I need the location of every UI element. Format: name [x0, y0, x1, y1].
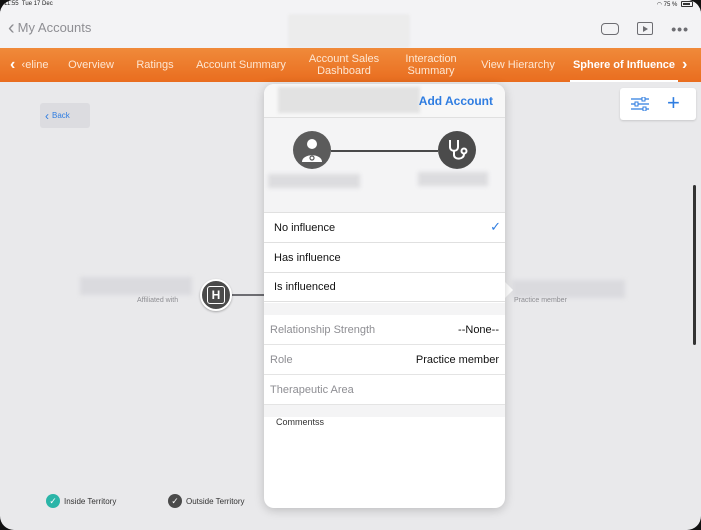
popover-title-redacted — [278, 87, 420, 113]
influence-options: No influence ✓ Has influence Is influenc… — [264, 212, 505, 302]
scroll-indicator[interactable] — [693, 185, 696, 345]
battery-icon — [681, 1, 693, 8]
option-label: Is influenced — [274, 281, 336, 293]
popover-header: Add Account — [264, 84, 505, 118]
status-time: 11:55 Tue 17 Dec — [4, 1, 53, 7]
field-label: Role — [270, 353, 293, 366]
more-icon[interactable]: ••• — [671, 22, 689, 36]
doctor-name-redacted — [268, 174, 360, 188]
toolbar-box: + — [620, 88, 696, 120]
back-label: Back — [52, 111, 70, 120]
therapeutic-area-field[interactable]: Therapeutic Area — [264, 375, 505, 405]
section-separator — [264, 405, 505, 417]
tab-scroll-left-icon[interactable]: ‹ — [10, 56, 15, 74]
hospital-icon: H — [207, 286, 225, 304]
practice-member-name-redacted — [512, 280, 625, 298]
back-button[interactable]: ‹ Back — [40, 103, 90, 128]
legend-inside-territory: ✓ Inside Territory — [46, 494, 116, 508]
option-has-influence[interactable]: Has influence — [264, 242, 505, 272]
comments-field[interactable]: Commentss — [276, 417, 324, 427]
role-field[interactable]: Role Practice member — [264, 345, 505, 375]
affiliated-account-name-redacted — [80, 277, 192, 295]
legend-outside-territory: ✓ Outside Territory — [168, 494, 245, 508]
field-value: --None-- — [458, 323, 499, 336]
hospital-node[interactable]: H — [200, 279, 232, 311]
chevron-left-icon: ‹ — [8, 16, 15, 39]
field-value: Practice member — [415, 353, 499, 366]
ipad-screen: 11:55 Tue 17 Dec ◠ 75 % ‹ My Accounts ••… — [0, 0, 701, 530]
affiliated-with-label: Affiliated with — [137, 297, 179, 304]
option-no-influence[interactable]: No influence ✓ — [264, 212, 505, 242]
option-is-influenced[interactable]: Is influenced — [264, 272, 505, 302]
tab-ratings[interactable]: Ratings — [128, 48, 182, 82]
outside-territory-check-icon: ✓ — [168, 494, 182, 508]
outside-territory-label: Outside Territory — [186, 496, 245, 506]
stethoscope-icon — [449, 140, 468, 160]
media-icon[interactable] — [637, 22, 654, 35]
tab-scroll-right-icon[interactable]: › — [682, 56, 687, 74]
tab-overview[interactable]: Overview — [62, 48, 120, 82]
inside-territory-label: Inside Territory — [64, 496, 117, 506]
doctor-node[interactable] — [293, 131, 331, 169]
practice-member-label: Practice member — [514, 297, 567, 304]
field-label: Relationship Strength — [270, 323, 376, 336]
related-name-redacted — [418, 172, 488, 186]
tab-view-hierarchy[interactable]: View Hierarchy — [474, 48, 562, 82]
relationship-line — [331, 150, 438, 152]
nav-actions: ••• — [601, 22, 689, 36]
status-bar: 11:55 Tue 17 Dec ◠ 75 % — [0, 0, 701, 10]
my-accounts-back-button[interactable]: ‹ My Accounts — [8, 16, 92, 39]
relationship-popover: Add Account No influence ✓ Has influence… — [264, 84, 505, 508]
tab-account-summary[interactable]: Account Summary — [190, 48, 292, 82]
my-accounts-label: My Accounts — [17, 20, 92, 35]
filter-sliders-icon[interactable] — [631, 97, 649, 111]
tab-timeline[interactable]: ‹eline — [18, 48, 52, 82]
tab-sphere-of-influence[interactable]: Sphere of Influence — [570, 48, 678, 82]
tab-interaction-summary[interactable]: Interaction Summary — [396, 48, 466, 82]
relationship-fields: Relationship Strength --None-- Role Prac… — [264, 315, 505, 405]
navigation-bar: ‹ My Accounts ••• — [0, 10, 701, 48]
doctor-icon — [302, 139, 322, 162]
battery-percent: 75 % — [663, 2, 678, 8]
add-account-button[interactable]: Add Account — [419, 94, 493, 108]
chevron-left-icon: ‹ — [45, 108, 49, 123]
handshake-icon[interactable] — [601, 22, 620, 35]
tab-account-sales-dashboard[interactable]: Account Sales Dashboard — [300, 48, 388, 82]
stethoscope-node[interactable] — [438, 131, 476, 169]
option-label: No influence — [274, 221, 336, 234]
field-label: Therapeutic Area — [270, 383, 354, 396]
inside-territory-check-icon: ✓ — [46, 494, 60, 508]
account-title-redacted — [288, 14, 410, 48]
wifi-icon: ◠ — [656, 2, 662, 8]
add-icon[interactable]: + — [667, 92, 680, 114]
section-separator — [264, 303, 505, 315]
popover-arrow — [504, 281, 513, 299]
account-tab-bar: ‹ ‹eline Overview Ratings Account Summar… — [0, 48, 701, 82]
relationship-strength-field[interactable]: Relationship Strength --None-- — [264, 315, 505, 345]
connector-line — [232, 294, 266, 296]
checkmark-icon: ✓ — [490, 219, 501, 234]
option-label: Has influence — [274, 251, 341, 264]
status-right: ◠ 75 % — [657, 1, 693, 8]
